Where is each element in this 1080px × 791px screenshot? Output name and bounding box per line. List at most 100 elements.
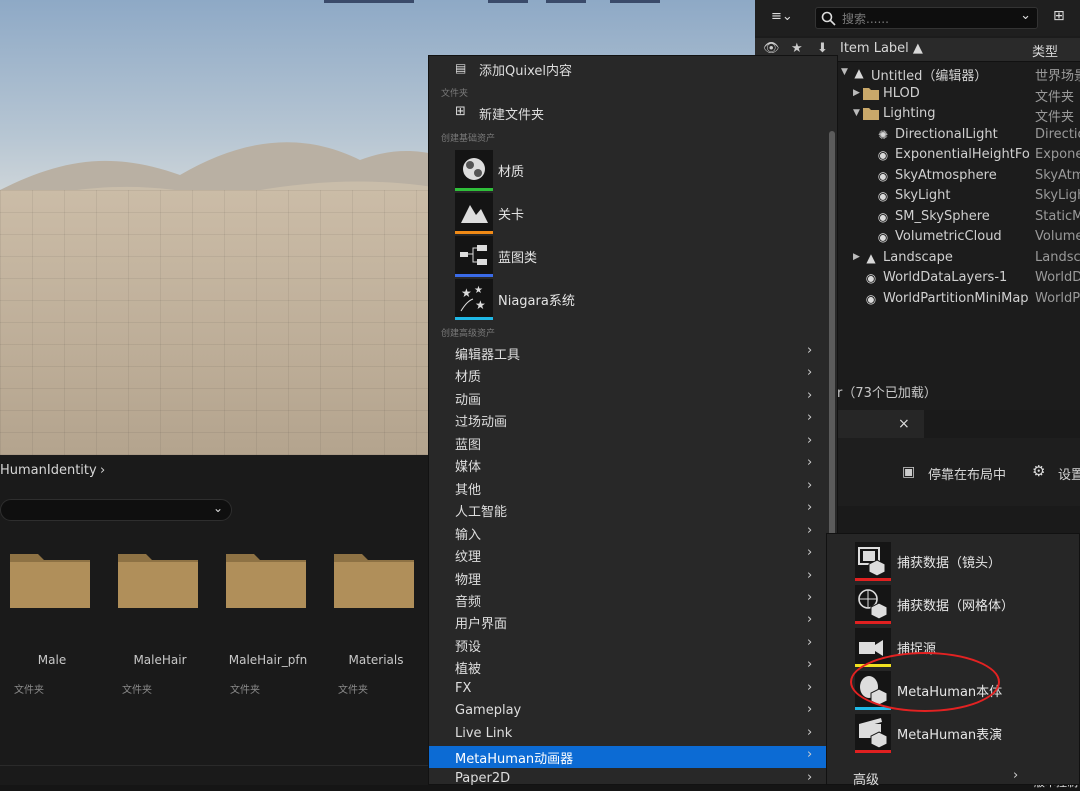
row-label: SM_SkySphere [895,208,990,224]
menu-label: 捕获数据（镜头） [897,556,1002,571]
menu-label: 物理 [455,572,482,588]
folder-icon [226,554,306,608]
visibility-icon[interactable]: 👁 [763,41,780,56]
folder-tile[interactable]: MaleHair 文件夹 [116,543,206,696]
add-quixel-item[interactable]: ▤ 添加Quixel内容 [429,58,827,80]
menu-label: 动画 [455,392,482,408]
capture-data-mesh-item[interactable]: 捕获数据（网格体） [827,582,1080,625]
menu-label: 植被 [455,662,482,678]
capture-footage-icon [855,542,891,581]
star-icon[interactable]: ★ [791,41,803,56]
folder-type: 文件夹 [338,685,368,696]
column-type[interactable]: 类型 [1032,41,1058,60]
chevron-right-icon: › [807,657,813,673]
menu-item-advanced[interactable]: 纹理 › [429,544,827,566]
menu-item-advanced[interactable]: 音频 › [429,589,827,611]
new-folder-icon: ⊞ [455,104,466,119]
menu-item-advanced[interactable]: MetaHuman动画器 › [429,746,827,769]
menu-item-advanced[interactable]: 动画 › [429,387,827,409]
svg-text:★: ★ [461,286,472,300]
filter-icon[interactable]: ≡⌄ [771,9,793,24]
row-type: StaticM [1035,208,1080,224]
create-niagara-item[interactable]: ★ ★ ★ Niagara系统 [455,279,815,321]
menu-item-advanced[interactable]: 人工智能 › [429,499,827,521]
outliner-toolbar: ≡⌄ 搜索...... ⌄ ⊞ [755,0,1080,36]
menu-item-advanced[interactable]: Paper2D › [429,769,827,791]
menu-item-advanced[interactable]: 其他 › [429,477,827,499]
svg-text:★: ★ [475,298,486,312]
sky-atmosphere-icon: ◉ [877,168,889,183]
highlight-circle-annotation [850,652,1000,712]
settings-button[interactable]: 设置 [1058,464,1080,483]
menu-label: Niagara系统 [498,294,575,309]
menu-item-advanced[interactable]: 植被 › [429,656,827,678]
folder-tile[interactable]: MaleHair_pfn 文件夹 [224,543,314,696]
metahuman-performance-item[interactable]: MetaHuman表演 [827,711,1080,754]
menu-item-advanced[interactable]: Gameplay › [429,701,827,723]
create-blueprint-item[interactable]: 蓝图类 [455,236,815,278]
row-type: Volume [1035,229,1080,244]
dock-icon: ▣ [902,464,916,480]
pin-icon[interactable]: ⬇ [817,41,828,56]
menu-item-advanced[interactable]: 物理 › [429,567,827,589]
search-input[interactable]: 搜索...... ⌄ [815,7,1038,29]
chevron-right-icon: › [807,410,813,426]
menu-label: 音频 [455,594,482,610]
folder-type: 文件夹 [122,685,152,696]
chevron-right-icon: › [807,387,813,403]
directional-light-icon: ✺ [877,127,889,142]
menu-label: 媒体 [455,460,482,476]
menu-scrollbar[interactable] [829,131,835,591]
expander-open-icon[interactable]: ▼ [853,108,860,118]
menu-item-advanced[interactable]: 预设 › [429,634,827,656]
dock-in-layout-button[interactable]: 停靠在布局中 [928,464,1006,483]
folder-icon [118,554,198,608]
folder-icon [863,87,879,102]
level-icon [455,193,493,234]
advanced-submenu-item[interactable]: 高级 › [827,767,1080,789]
menu-item-advanced[interactable]: 蓝图 › [429,432,827,454]
new-folder-item[interactable]: ⊞ 新建文件夹 [429,102,827,124]
expander-closed-icon[interactable]: ▶ [853,252,860,262]
folder-open-icon [863,107,879,122]
level-icon: ▲ [854,66,864,80]
gear-icon[interactable]: ⚙ [1032,462,1045,480]
content-context-menu: ▤ 添加Quixel内容 文件夹 ⊞ 新建文件夹 创建基础资产 材质 关卡 蓝图… [428,55,838,786]
folder-tile[interactable]: Male 文件夹 [8,543,98,696]
chevron-down-icon[interactable]: ⌄ [1020,8,1031,23]
expander-open-icon[interactable]: ▼ [841,67,848,77]
folder-tile[interactable]: Materials 文件夹 [332,543,422,696]
create-level-item[interactable]: 关卡 [455,193,815,235]
menu-item-advanced[interactable]: 媒体 › [429,454,827,476]
row-label: WorldDataLayers-1 [883,270,1008,285]
path-dropdown[interactable]: ⌄ [0,499,232,521]
asset-color-line [455,231,493,234]
breadcrumb[interactable]: HumanIdentity [0,463,97,485]
menu-label: 过场动画 [455,415,508,431]
chevron-right-icon: › [807,432,813,448]
menu-item-advanced[interactable]: 输入 › [429,522,827,544]
asset-color-line [455,188,493,191]
create-material-item[interactable]: 材质 [455,150,815,192]
menu-item-advanced[interactable]: 过场动画 › [429,409,827,431]
menu-item-advanced[interactable]: 用户界面 › [429,611,827,633]
fog-icon: ◉ [877,148,889,162]
niagara-icon: ★ ★ ★ [455,279,493,320]
chevron-right-icon: › [807,634,813,650]
expander-closed-icon[interactable]: ▶ [853,88,860,98]
menu-item-advanced[interactable]: Live Link › [429,724,827,746]
metahuman-performance-icon [855,714,891,753]
capture-data-footage-item[interactable]: 捕获数据（镜头） [827,539,1080,582]
details-tab[interactable]: × [838,410,924,438]
row-type: SkyLigh [1035,188,1080,203]
menu-item-advanced[interactable]: FX › [429,679,827,701]
chevron-right-icon: › [807,545,813,561]
blueprint-icon [455,236,493,277]
add-folder-icon[interactable]: ⊞ [1053,8,1065,24]
chevron-right-icon: › [807,769,813,785]
menu-item-advanced[interactable]: 材质 › [429,364,827,386]
column-item-label[interactable]: Item Label ▲ [840,41,923,56]
sky-light-icon: ◉ [877,189,889,203]
menu-item-advanced[interactable]: 编辑器工具 › [429,342,827,364]
close-icon[interactable]: × [898,416,910,432]
